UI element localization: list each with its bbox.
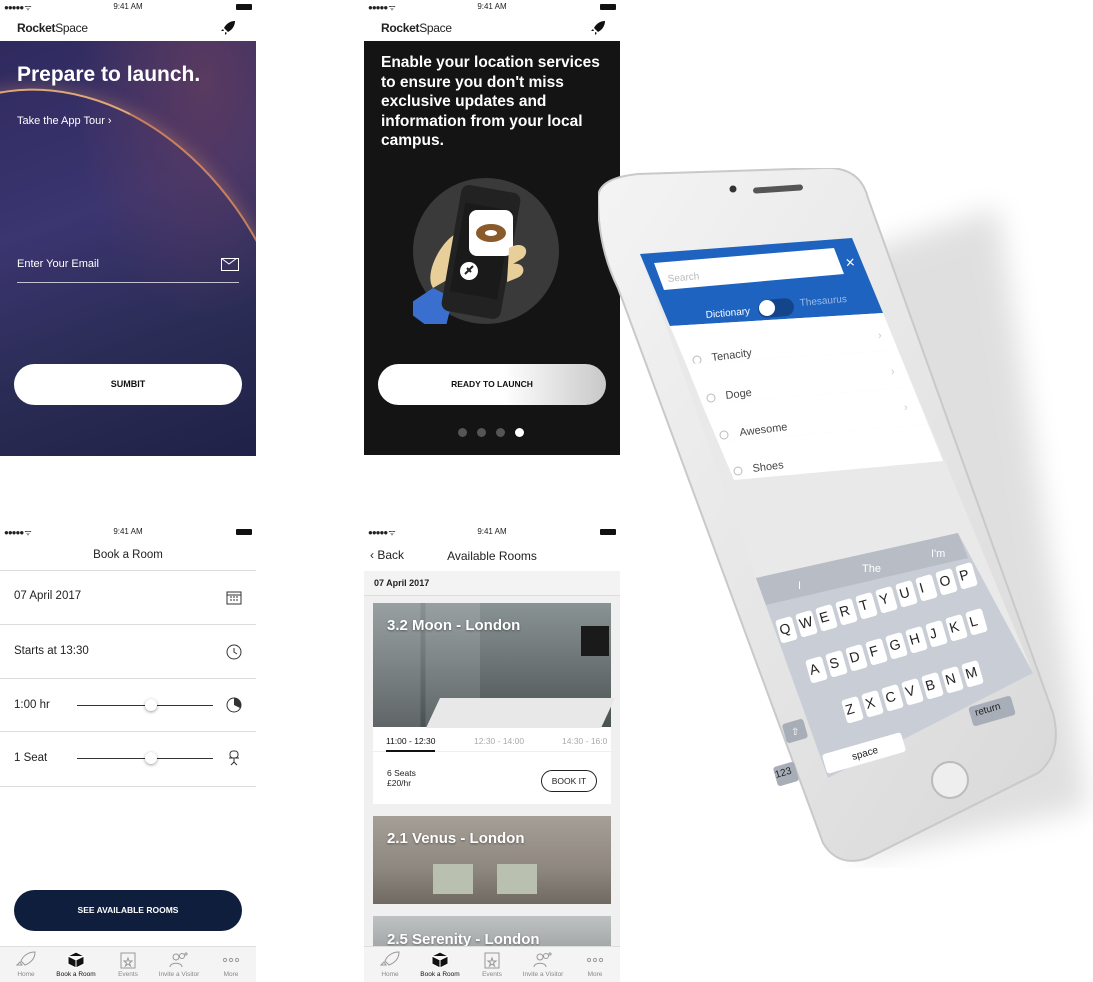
tab-book-a-room[interactable]: Book a Room: [414, 947, 466, 978]
page-dot[interactable]: [458, 428, 467, 437]
rocket-icon: [16, 951, 36, 966]
ready-to-launch-button[interactable]: READY TO LAUNCH: [378, 364, 606, 405]
app-tour-link[interactable]: Take the App Tour ›: [17, 115, 112, 127]
page-title: Available Rooms: [447, 549, 537, 563]
duration-value: 1:00 hr: [14, 699, 50, 711]
room-card[interactable]: 3.2 Moon - London 11:00 - 12:30 12:30 - …: [373, 603, 615, 804]
suggestion[interactable]: I'm: [931, 548, 945, 560]
status-bar: ●●●●● ᯤ 9:41 AM: [364, 0, 620, 14]
tab-home[interactable]: Home: [0, 947, 52, 978]
tab-events[interactable]: Events: [102, 947, 154, 978]
tab-events[interactable]: Events: [466, 947, 518, 978]
rocket-icon[interactable]: [220, 20, 236, 36]
start-time-value: Starts at 13:30: [14, 645, 89, 657]
toggle-knob[interactable]: [759, 300, 775, 316]
rooms-list[interactable]: 3.2 Moon - London 11:00 - 12:30 12:30 - …: [364, 596, 620, 950]
room-name: 3.2 Moon - London: [387, 617, 521, 634]
users-icon: [533, 952, 552, 968]
date-value: 07 April 2017: [14, 590, 82, 602]
location-screen: ●●●●● ᯤ 9:41 AM RocketSpace Enable your …: [364, 0, 620, 455]
clock-icon: [226, 644, 242, 660]
battery-icon: [236, 529, 252, 535]
suggestion[interactable]: I: [798, 580, 801, 592]
rocket-icon[interactable]: [590, 20, 606, 36]
page-dot[interactable]: [477, 428, 486, 437]
battery-icon: [236, 4, 252, 10]
tab-invite-visitor[interactable]: Invite a Visitor: [517, 947, 569, 978]
tab-invite-visitor[interactable]: Invite a Visitor: [153, 947, 205, 978]
close-icon[interactable]: ×: [845, 254, 856, 272]
launch-screen: ●●●●● ᯤ 9:41 AM RocketSpace Prepare to l…: [0, 0, 256, 456]
cube-icon: [431, 951, 449, 969]
more-icon: [586, 957, 604, 963]
tab-bar: Home Book a Room Events Invite a Visitor…: [0, 946, 256, 982]
hand-phone-illustration: [403, 178, 559, 338]
tab-home[interactable]: Home: [364, 947, 416, 978]
email-field[interactable]: Enter Your Email: [17, 258, 239, 283]
home-button[interactable]: [931, 761, 969, 799]
chair-icon: [229, 750, 239, 766]
shift-arrow-icon: ⇧: [791, 727, 799, 738]
tab-more[interactable]: More: [569, 947, 620, 978]
calendar-icon: [484, 952, 500, 969]
status-time: 9:41 AM: [477, 2, 507, 11]
more-icon: [222, 957, 240, 963]
chevron-right-icon: ›: [904, 402, 908, 414]
available-rooms-screen: ●●●●● ᯤ 9:41 AM ‹ Back Available Rooms 0…: [364, 525, 620, 982]
brand-logo: RocketSpace: [17, 21, 88, 35]
time-slot[interactable]: 12:30 - 14:00: [474, 736, 524, 746]
duration-slider[interactable]: [77, 699, 213, 711]
room-details: 6 Seats £20/hr: [387, 768, 416, 788]
book-room-screen: ●●●●● ᯤ 9:41 AM Book a Room 07 April 201…: [0, 525, 256, 982]
status-time: 9:41 AM: [113, 2, 143, 11]
suggestion[interactable]: The: [862, 563, 881, 575]
status-time: 9:41 AM: [477, 527, 507, 536]
page-dot[interactable]: [496, 428, 505, 437]
chevron-right-icon: ›: [878, 330, 882, 342]
calendar-icon: [226, 591, 242, 605]
calendar-icon: [120, 952, 136, 969]
date-header: 07 April 2017: [364, 571, 620, 596]
status-bar: ●●●●● ᯤ 9:41 AM: [0, 525, 256, 539]
tab-book-a-room[interactable]: Book a Room: [50, 947, 102, 978]
cube-icon: [67, 951, 85, 969]
brand-logo: RocketSpace: [381, 21, 452, 35]
status-bar: ●●●●● ᯤ 9:41 AM: [364, 525, 620, 539]
date-row[interactable]: 07 April 2017: [0, 570, 256, 625]
start-time-row[interactable]: Starts at 13:30: [0, 624, 256, 679]
book-it-button[interactable]: BOOK IT: [541, 770, 597, 792]
location-message: Enable your location services to ensure …: [381, 54, 600, 149]
page-title: Book a Room: [93, 549, 163, 561]
users-icon: [169, 952, 188, 968]
room-card[interactable]: 2.5 Serenity - London: [373, 916, 611, 950]
seats-value: 1 Seat: [14, 752, 48, 764]
room-card[interactable]: 2.1 Venus - London: [373, 816, 611, 904]
seats-slider[interactable]: [77, 752, 213, 764]
status-time: 9:41 AM: [113, 527, 143, 536]
see-available-rooms-button[interactable]: SEE AVAILABLE ROOMS: [14, 890, 242, 931]
room-name: 2.1 Venus - London: [387, 830, 525, 847]
tab-more[interactable]: More: [205, 947, 256, 978]
page-indicator[interactable]: [458, 424, 534, 437]
battery-icon: [600, 4, 616, 10]
tab-bar: Home Book a Room Events Invite a Visitor…: [364, 946, 620, 982]
phone-mockup: Search × Dictionary Thesaurus Tenacity ›…: [598, 168, 1088, 862]
duration-row: 1:00 hr: [0, 678, 256, 732]
duration-slider-handle[interactable]: [145, 699, 158, 711]
nav-bar: ‹ Back Available Rooms: [364, 541, 620, 567]
rocket-icon: [380, 951, 400, 966]
front-camera: [729, 185, 737, 193]
submit-button[interactable]: SUMBIT: [14, 364, 242, 405]
envelope-icon: [221, 258, 239, 271]
chevron-right-icon: ›: [891, 366, 895, 378]
page-title: Prepare to launch.: [17, 63, 201, 86]
seats-slider-handle[interactable]: [145, 752, 158, 764]
page-dot-active[interactable]: [515, 428, 524, 437]
seats-row: 1 Seat: [0, 731, 256, 787]
time-slot-selected[interactable]: 11:00 - 12:30: [386, 736, 436, 752]
time-slots: 11:00 - 12:30 12:30 - 14:00 14:30 - 16:0: [373, 727, 611, 752]
status-bar: ●●●●● ᯤ 9:41 AM: [0, 0, 256, 14]
timer-icon: [226, 697, 242, 713]
